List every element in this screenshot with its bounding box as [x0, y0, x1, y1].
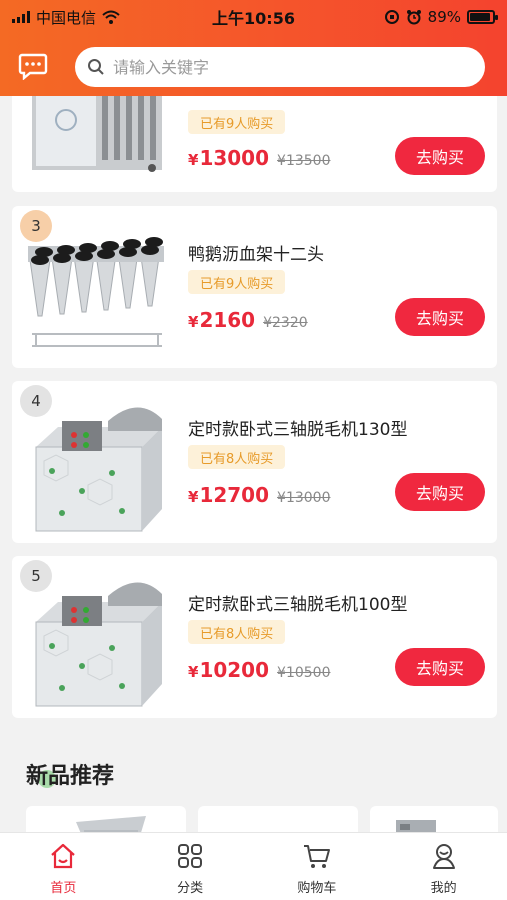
current-price: ¥2160 [188, 308, 256, 332]
status-left: 中国电信 [12, 7, 120, 28]
buy-button[interactable]: 去购买 [395, 298, 485, 336]
signal-icon [12, 11, 30, 23]
sold-count-badge: 已有9人购买 [188, 110, 286, 134]
rank-badge: 4 [20, 385, 52, 417]
section-title: 新品推荐 [26, 764, 115, 789]
tab-cart[interactable]: 购物车 [254, 833, 381, 900]
original-price: ¥10500 [277, 665, 331, 681]
sold-count-badge: 已有8人购买 [188, 445, 286, 469]
current-price: ¥10200 [188, 658, 270, 682]
sold-count-badge: 已有8人购买 [188, 620, 286, 644]
status-bar: 中国电信 上午10:56 89% [0, 0, 507, 34]
rank-badge: 3 [20, 210, 52, 242]
rank-badge: 5 [20, 560, 52, 592]
product-name[interactable]: 鸭鹅沥血架十二头 [188, 240, 324, 265]
original-price: ¥2320 [263, 315, 308, 331]
alarm-icon [406, 10, 421, 25]
category-grid-icon [178, 844, 203, 868]
current-price: ¥12700 [188, 483, 270, 507]
product-name[interactable]: 定时款卧式三轴脱毛机130型 [188, 415, 407, 440]
carrier-label: 中国电信 [36, 8, 97, 27]
product-card[interactable]: 3 鸭鹅沥血架十二头 已有9人购买 ¥2160 ¥2320 去购买 [12, 206, 497, 368]
buy-button[interactable]: 去购买 [395, 137, 485, 175]
product-name[interactable]: 定时款卧式三轴脱毛机100型 [188, 590, 407, 615]
search-icon [88, 59, 104, 75]
tab-category[interactable]: 分类 [127, 833, 254, 900]
product-card[interactable]: 5 定时款卧式三轴脱毛机100型 已有8人购买 ¥10200 ¥10500 去购… [12, 556, 497, 718]
tab-label: 首页 [50, 881, 77, 896]
tab-mine[interactable]: 我的 [380, 833, 507, 900]
tab-label: 分类 [177, 881, 204, 896]
battery-percent: 89% [427, 8, 461, 26]
price-block: ¥12700 ¥13000 [188, 483, 330, 507]
price-block: ¥2160 ¥2320 [188, 308, 308, 332]
wifi-icon [102, 10, 120, 24]
tab-label: 购物车 [297, 881, 337, 896]
home-icon [51, 843, 76, 869]
orientation-lock-icon [384, 10, 399, 24]
tab-home[interactable]: 首页 [0, 833, 127, 900]
price-block: ¥13000 ¥13500 [188, 146, 330, 170]
product-card[interactable]: 4 定时款卧式三轴脱毛机130型 已有8人购买 ¥12700 ¥13000 去购… [12, 381, 497, 543]
user-icon [432, 844, 455, 869]
original-price: ¥13000 [277, 490, 331, 506]
current-price: ¥13000 [188, 146, 270, 170]
status-time: 上午10:56 [212, 9, 295, 28]
search-bar[interactable] [75, 47, 485, 87]
cart-icon [303, 845, 330, 868]
message-icon [18, 53, 48, 80]
message-button[interactable] [14, 48, 52, 84]
sold-count-badge: 已有9人购买 [188, 270, 286, 294]
search-input[interactable] [113, 57, 443, 77]
status-right: 89% [384, 8, 498, 26]
buy-button[interactable]: 去购买 [395, 648, 485, 686]
tab-label: 我的 [430, 881, 457, 896]
price-block: ¥10200 ¥10500 [188, 658, 330, 682]
original-price: ¥13500 [277, 153, 331, 169]
bottom-tab-bar: 首页 分类 购物车 我的 [0, 832, 507, 900]
battery-icon [467, 10, 498, 24]
buy-button[interactable]: 去购买 [395, 473, 485, 511]
